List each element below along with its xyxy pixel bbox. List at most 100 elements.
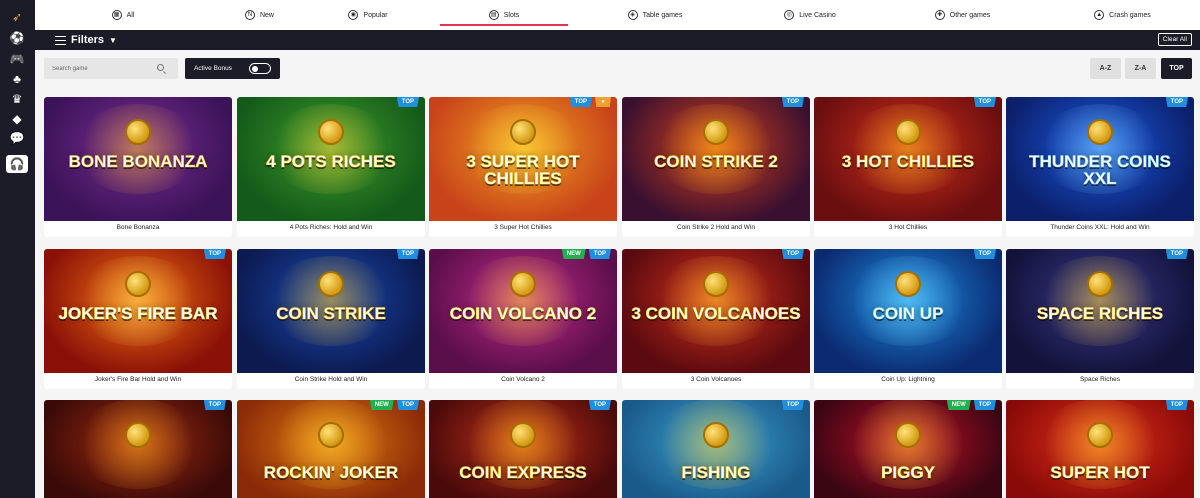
tab-label: Popular <box>363 11 388 19</box>
game-logo-text: 3 SUPER HOT CHILLIES <box>466 152 580 188</box>
soccer-ball-icon[interactable]: ⚽ <box>6 29 28 47</box>
game-title[interactable]: 4 Pots Riches: Hold and Win <box>237 224 425 231</box>
tab-slots[interactable]: ▤ Slots <box>440 0 568 30</box>
game-logo-text: COIN STRIKE <box>276 304 386 323</box>
badge-group: NEW TOP <box>369 400 419 410</box>
game-card[interactable]: BONE BONANZA Bone Bonanza <box>44 97 232 237</box>
badge-group: TOP <box>203 249 226 259</box>
game-card[interactable]: TOP <box>44 400 232 498</box>
diamond-icon[interactable]: ◆ <box>6 110 28 128</box>
game-card[interactable]: JOKER'S FIRE BAR TOP Joker's Fire Bar Hold… <box>44 249 232 389</box>
game-title[interactable]: 3 Super Hot Chillies <box>429 224 617 231</box>
game-thumbnail[interactable]: SPACE RICHES <box>1006 249 1194 373</box>
game-title[interactable]: Coin Strike Hold and Win <box>237 376 425 383</box>
game-card[interactable]: COIN VOLCANO 2 NEW TOP Coin Volcano 2 <box>429 249 617 389</box>
badge-group: TOP <box>396 97 419 107</box>
game-thumbnail[interactable]: COIN STRIKE 2 <box>622 97 810 221</box>
rocket-icon[interactable]: ➶ <box>6 8 28 26</box>
game-thumbnail[interactable]: PIGGY <box>814 400 1002 498</box>
game-title[interactable]: 3 Hot Chillies <box>814 224 1002 231</box>
game-card[interactable]: COIN EXPRESS TOP <box>429 400 617 498</box>
search-input[interactable] <box>44 58 154 79</box>
badge-group: TOP <box>781 400 804 410</box>
game-title[interactable]: Coin Volcano 2 <box>429 376 617 383</box>
toggle-knob <box>252 65 258 72</box>
game-thumbnail[interactable]: 3 SUPER HOT CHILLIES <box>429 97 617 221</box>
coin-graphic <box>318 271 344 297</box>
headset-icon[interactable]: 🎧 <box>6 155 28 173</box>
chat-icon[interactable]: 💬 <box>6 129 28 147</box>
game-title[interactable]: Thunder Coins XXL: Hold and Win <box>1006 224 1194 231</box>
coin-graphic <box>703 271 729 297</box>
game-card[interactable]: FISHING TOP <box>622 400 810 498</box>
gamepad-icon[interactable]: 🎮 <box>6 50 28 68</box>
game-thumbnail[interactable]: COIN EXPRESS <box>429 400 617 498</box>
clear-all-button[interactable]: Clear All <box>1157 33 1192 46</box>
game-title[interactable]: Joker's Fire Bar Hold and Win <box>44 376 232 383</box>
game-card[interactable]: 3 COIN VOLCANOES TOP 3 Coin Volcanoes <box>622 249 810 389</box>
game-title[interactable]: Bone Bonanza <box>44 224 232 231</box>
game-title[interactable]: 3 Coin Volcanoes <box>622 376 810 383</box>
badge-group: TOP <box>781 249 804 259</box>
game-card[interactable]: 3 SUPER HOT CHILLIES TOP ● 3 Super Hot Chil… <box>429 97 617 237</box>
game-thumbnail[interactable]: COIN VOLCANO 2 <box>429 249 617 373</box>
game-thumbnail[interactable]: COIN STRIKE <box>237 249 425 373</box>
top-badge: TOP <box>781 97 804 107</box>
game-card[interactable]: SUPER HOT TOP <box>1006 400 1194 498</box>
crown-icon[interactable]: ♛ <box>6 90 28 108</box>
game-thumbnail[interactable] <box>44 400 232 498</box>
tab-live-casino[interactable]: ◎ Live Casino <box>750 0 870 30</box>
game-thumbnail[interactable]: COIN UP <box>814 249 1002 373</box>
all-icon: ▦ <box>111 10 122 20</box>
game-card[interactable]: PIGGY NEW TOP <box>814 400 1002 498</box>
coin-graphic <box>1087 422 1113 448</box>
game-card[interactable]: 4 POTS RICHES TOP 4 Pots Riches: Hold and … <box>237 97 425 237</box>
tab-crash-games[interactable]: ▲ Crash games <box>1060 0 1185 30</box>
tab-popular[interactable]: ◉ Popular <box>318 0 418 30</box>
game-thumbnail[interactable]: SUPER HOT <box>1006 400 1194 498</box>
active-bonus-toggle[interactable]: Active Bonus <box>185 58 280 79</box>
top-badge: TOP <box>973 97 996 107</box>
game-thumbnail[interactable]: 3 COIN VOLCANOES <box>622 249 810 373</box>
game-thumbnail[interactable]: 3 HOT CHILLIES <box>814 97 1002 221</box>
game-card[interactable]: 3 HOT CHILLIES TOP 3 Hot Chillies <box>814 97 1002 237</box>
badge-group: TOP <box>1165 249 1188 259</box>
chevron-down-icon: ▼ <box>109 35 117 45</box>
sliders-icon <box>55 35 66 45</box>
game-title[interactable]: Space Riches <box>1006 376 1194 383</box>
search-icon[interactable] <box>157 64 164 71</box>
thumbnail-glow <box>843 256 973 347</box>
sort-az-button[interactable]: A-Z <box>1090 58 1121 79</box>
badge-group: NEW TOP <box>561 249 611 259</box>
game-thumbnail[interactable]: 4 POTS RICHES <box>237 97 425 221</box>
table-games-icon: ◈ <box>627 10 638 20</box>
tab-other-games[interactable]: ✚ Other games <box>900 0 1025 30</box>
badge-group: TOP ● <box>569 97 611 107</box>
tab-label: All <box>126 11 135 19</box>
game-title[interactable]: Coin Strike 2 Hold and Win <box>622 224 810 231</box>
game-card[interactable]: THUNDER COINS XXL TOP Thunder Coins XXL: H… <box>1006 97 1194 237</box>
filters-toggle[interactable]: Filters ▼ <box>55 32 117 48</box>
game-thumbnail[interactable]: THUNDER COINS XXL <box>1006 97 1194 221</box>
game-card[interactable]: ROCKIN' JOKER NEW TOP <box>237 400 425 498</box>
tab-all[interactable]: ▦ All <box>73 0 173 30</box>
sort-top-button[interactable]: TOP <box>1161 58 1192 79</box>
game-thumbnail[interactable]: BONE BONANZA <box>44 97 232 221</box>
game-card[interactable]: SPACE RICHES TOP Space Riches <box>1006 249 1194 389</box>
tab-new[interactable]: N New <box>207 0 312 30</box>
game-card[interactable]: COIN STRIKE TOP Coin Strike Hold and Win <box>237 249 425 389</box>
game-thumbnail[interactable]: JOKER'S FIRE BAR <box>44 249 232 373</box>
top-badge: TOP <box>588 249 611 259</box>
clover-icon[interactable]: ♣ <box>6 70 28 88</box>
game-title[interactable]: Coin Up: Lightning <box>814 376 1002 383</box>
sort-za-button[interactable]: Z-A <box>1125 58 1156 79</box>
tab-table-games[interactable]: ◈ Table games <box>595 0 715 30</box>
badge-group: TOP <box>1165 97 1188 107</box>
toggle-switch[interactable] <box>249 63 271 74</box>
game-thumbnail[interactable]: FISHING <box>622 400 810 498</box>
game-thumbnail[interactable]: ROCKIN' JOKER <box>237 400 425 498</box>
thumbnail-glow <box>266 256 396 347</box>
game-card[interactable]: COIN UP TOP Coin Up: Lightning <box>814 249 1002 389</box>
coin-graphic <box>510 119 536 145</box>
game-card[interactable]: COIN STRIKE 2 TOP Coin Strike 2 Hold and W… <box>622 97 810 237</box>
